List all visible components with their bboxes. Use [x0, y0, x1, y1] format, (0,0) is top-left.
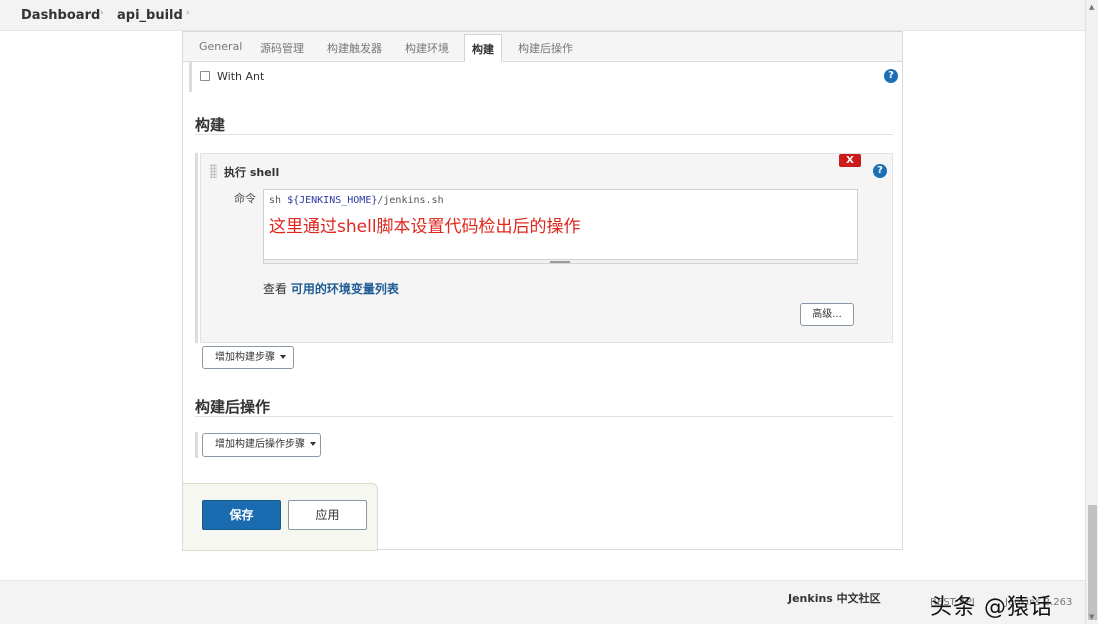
- command-prefix: sh: [269, 195, 288, 206]
- command-suffix: /jenkins.sh: [377, 195, 444, 206]
- step-title: 执行 shell: [224, 166, 280, 179]
- page-footer: Jenkins 中文社区 REST API Jenkins 2.263 头条 @…: [0, 580, 1085, 624]
- command-label: 命令: [234, 192, 256, 205]
- breadcrumb-separator-icon[interactable]: ›: [100, 8, 104, 18]
- with-ant-label: With Ant: [217, 70, 265, 83]
- build-section-title: 构建: [195, 116, 226, 134]
- save-button[interactable]: 保存: [202, 500, 281, 530]
- chevron-down-icon: [280, 355, 286, 359]
- tab-build[interactable]: 构建: [464, 34, 502, 62]
- scroll-down-icon[interactable]: ▼: [1089, 613, 1094, 621]
- chevron-down-icon: [310, 442, 316, 446]
- add-build-step-label: 增加构建步骤: [215, 352, 275, 363]
- advanced-button[interactable]: 高级...: [800, 303, 854, 326]
- textarea-resize-handle[interactable]: [263, 259, 858, 264]
- breadcrumb-dashboard[interactable]: Dashboard: [21, 8, 100, 23]
- help-icon[interactable]: ?: [884, 69, 898, 83]
- config-panel: General 源码管理 构建触发器 构建环境 构建 构建后操作 With An…: [182, 31, 903, 551]
- config-tabs: General 源码管理 构建触发器 构建环境 构建 构建后操作: [183, 32, 902, 62]
- post-build-section-title: 构建后操作: [195, 398, 271, 416]
- resize-grip-icon: [550, 261, 570, 263]
- watermark: 头条 @猿话: [930, 595, 1053, 620]
- footer-community-link[interactable]: Jenkins 中文社区: [788, 590, 881, 606]
- command-textarea[interactable]: sh ${JENKINS_HOME}/jenkins.sh 这里通过shell脚…: [263, 189, 858, 263]
- drag-handle-icon[interactable]: [210, 164, 217, 178]
- scroll-thumb[interactable]: [1088, 505, 1097, 620]
- add-post-build-step-button[interactable]: 增加构建后操作步骤: [202, 433, 321, 457]
- env-vars-link[interactable]: 可用的环境变量列表: [291, 282, 399, 296]
- vertical-scrollbar[interactable]: ▲ ▼: [1085, 0, 1098, 624]
- delete-step-button[interactable]: X: [839, 154, 861, 167]
- section-indent-bar: [189, 62, 192, 92]
- help-icon[interactable]: ?: [873, 164, 887, 178]
- breadcrumb-separator-icon[interactable]: ›: [186, 8, 190, 18]
- breadcrumb-api-build[interactable]: api_build: [117, 8, 183, 23]
- tab-post-build[interactable]: 构建后操作: [518, 40, 573, 56]
- form-actions: 保存 应用: [182, 483, 378, 551]
- section-divider: [195, 134, 893, 135]
- command-var: ${JENKINS_HOME}: [287, 195, 378, 206]
- annotation-text: 这里通过shell脚本设置代码检出后的操作: [269, 217, 581, 237]
- step-indent-bar: [195, 153, 198, 343]
- scroll-up-icon[interactable]: ▲: [1089, 3, 1094, 11]
- tab-build-env[interactable]: 构建环境: [405, 40, 449, 56]
- tab-general[interactable]: General: [199, 40, 242, 53]
- step-indent-bar: [195, 432, 198, 458]
- add-build-step-button[interactable]: 增加构建步骤: [202, 346, 294, 369]
- tab-triggers[interactable]: 构建触发器: [327, 40, 382, 56]
- tab-scm[interactable]: 源码管理: [260, 40, 304, 56]
- env-prefix: 查看: [263, 282, 291, 296]
- section-divider: [195, 416, 893, 417]
- breadcrumb: Dashboard › api_build ›: [0, 0, 1085, 31]
- with-ant-checkbox[interactable]: [200, 71, 210, 81]
- command-code: sh ${JENKINS_HOME}/jenkins.sh: [269, 195, 444, 206]
- env-vars-line: 查看 可用的环境变量列表: [263, 280, 399, 297]
- apply-button[interactable]: 应用: [288, 500, 367, 530]
- add-post-build-step-label: 增加构建后操作步骤: [215, 439, 305, 450]
